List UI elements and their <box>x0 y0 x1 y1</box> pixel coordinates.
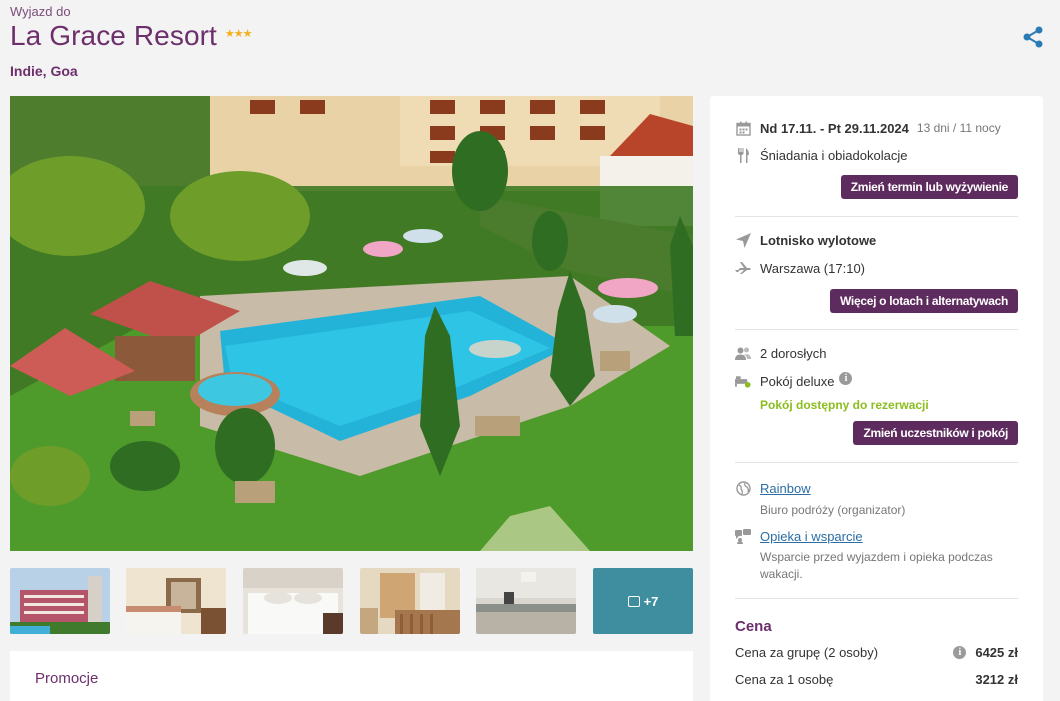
price-info-icon[interactable]: i <box>953 646 967 659</box>
organizer-row: Rainbow <box>735 480 811 496</box>
airport-value-row: Warszawa (17:10) <box>735 260 865 276</box>
page-title: La Grace Resort <box>10 20 217 51</box>
price-section-title: Cena <box>735 618 772 635</box>
support-row: Opieka i wsparcie <box>735 528 863 544</box>
thumbnail-interior[interactable] <box>360 568 460 634</box>
calendar-icon <box>735 120 751 136</box>
travellers-row: 2 dorosłych <box>735 345 826 361</box>
flights-info-button[interactable]: Więcej o lotach i alternatywach <box>830 289 1018 313</box>
group-price-row: Cena za grupę (2 osoby) i 6425 zł <box>735 645 1018 660</box>
divider <box>735 329 1018 330</box>
travellers-count: 2 dorosłych <box>760 345 827 361</box>
support-chat-icon <box>735 528 751 544</box>
dates-row: Nd 17.11. - Pt 29.11.2024 13 dni / 11 no… <box>735 120 1001 136</box>
photo-thumbnails: +7 <box>10 568 693 634</box>
support-description: Wsparcie przed wyjazdem i opieka podczas… <box>760 550 993 581</box>
cutlery-icon <box>735 147 751 163</box>
departure-airport: Warszawa (17:10) <box>760 260 865 276</box>
share-icon[interactable] <box>1021 25 1045 49</box>
room-availability-status: Pokój dostępny do rezerwacji <box>760 398 929 412</box>
breadcrumb-eyebrow: Wyjazd do <box>10 4 71 19</box>
trip-duration: 13 dni / 11 nocy <box>916 121 1001 135</box>
photo-icon <box>627 595 640 607</box>
thumbnail-hotel-exterior[interactable] <box>10 568 110 634</box>
plane-icon <box>735 260 751 276</box>
divider <box>735 598 1018 599</box>
thumbnail-room[interactable] <box>126 568 226 634</box>
more-photos-count: +7 <box>643 593 659 609</box>
navigation-arrow-icon <box>735 232 751 248</box>
divider <box>735 462 1018 463</box>
main-hotel-photo[interactable] <box>10 96 693 551</box>
room-row: Pokój deluxe i <box>735 371 853 389</box>
group-price-value: 6425 zł <box>975 645 1018 660</box>
trip-dates: Nd 17.11. - Pt 29.11.2024 <box>760 120 909 136</box>
bed-icon <box>735 373 751 389</box>
more-photos-button[interactable]: +7 <box>593 568 693 634</box>
users-icon <box>735 345 751 361</box>
change-dates-button[interactable]: Zmień termin lub wyżywienie <box>840 175 1018 199</box>
per-person-price-value: 3212 zł <box>975 672 1018 687</box>
board-type: Śniadania i obiadokolacje <box>760 147 908 163</box>
group-price-label: Cena za grupę (2 osoby) <box>735 645 879 660</box>
airport-label-row: Lotnisko wylotowe <box>735 232 876 248</box>
star-rating: ★★★ <box>224 27 253 40</box>
airport-label: Lotnisko wylotowe <box>760 232 877 248</box>
divider <box>735 216 1018 217</box>
location-label: Indie, Goa <box>10 63 78 79</box>
change-room-button[interactable]: Zmień uczestników i pokój <box>853 421 1018 445</box>
title-row: La Grace Resort ★★★ <box>10 20 253 52</box>
thumbnail-bedroom[interactable] <box>243 568 343 634</box>
per-person-price-row: Cena za 1 osobę 3212 zł <box>735 672 1018 687</box>
per-person-price-label: Cena za 1 osobę <box>735 672 834 687</box>
organizer-description: Biuro podróży (organizator) <box>760 503 906 517</box>
promotions-section: Promocje <box>10 651 693 701</box>
room-type: Pokój deluxe <box>760 373 835 389</box>
promotions-title: Promocje <box>35 670 99 687</box>
room-info-icon[interactable]: i <box>839 371 853 385</box>
globe-icon <box>735 480 751 496</box>
support-link[interactable]: Opieka i wsparcie <box>760 529 863 544</box>
thumbnail-kitchen[interactable] <box>476 568 576 634</box>
board-row: Śniadania i obiadokolacje <box>735 147 907 163</box>
organizer-link[interactable]: Rainbow <box>760 481 811 496</box>
booking-summary-card: Nd 17.11. - Pt 29.11.2024 13 dni / 11 no… <box>710 96 1043 701</box>
